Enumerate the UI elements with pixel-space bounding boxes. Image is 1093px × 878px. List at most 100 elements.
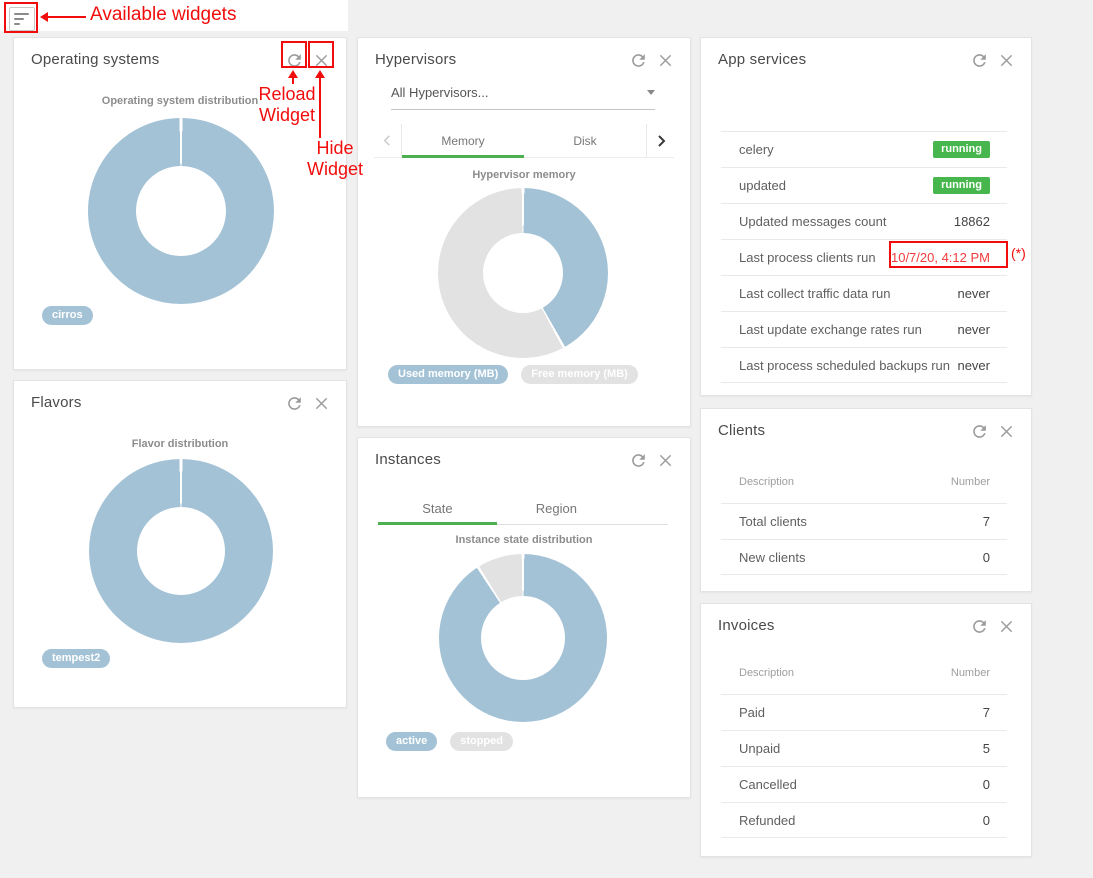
tabs-viewport: Memory Disk (401, 124, 647, 157)
chart-title: Hypervisor memory (358, 169, 690, 181)
widget-invoices: Invoices Description Number Paid 7 Unpai… (700, 603, 1032, 857)
list-item: Last process clients run 10/7/20, 4:12 P… (721, 239, 1007, 275)
list-item: Last update exchange rates run never (721, 311, 1007, 347)
widget-instances: Instances State Region Instance state di… (357, 437, 691, 798)
hide-widget-button[interactable] (997, 51, 1016, 70)
table-row: Refunded 0 (721, 802, 1007, 838)
donut-hole (481, 596, 565, 680)
tabs-scroll-right-button[interactable] (647, 124, 674, 157)
widget-title: Invoices (718, 617, 775, 634)
reload-widget-button[interactable] (970, 617, 989, 636)
close-icon (312, 394, 331, 413)
hide-widget-button[interactable] (312, 51, 331, 70)
reload-widget-button[interactable] (285, 51, 304, 70)
reload-widget-button[interactable] (970, 51, 989, 70)
row-label: Refunded (739, 813, 795, 828)
dashboard: Operating systems Operating system distr… (0, 0, 1093, 878)
donut-chart (88, 118, 274, 304)
list-item: Last collect traffic data run never (721, 275, 1007, 311)
chevron-right-icon (653, 133, 669, 149)
legend-item[interactable]: cirros (42, 306, 93, 325)
reload-icon (970, 51, 989, 70)
tabs-scroll-left-button[interactable] (374, 124, 401, 157)
hide-widget-button[interactable] (656, 451, 675, 470)
chevron-left-icon (380, 133, 395, 148)
donut-chart (89, 459, 273, 643)
widget-clients: Clients Description Number Total clients… (700, 408, 1032, 592)
widget-hypervisors: Hypervisors All Hypervisors... Memory Di… (357, 37, 691, 427)
reload-widget-button[interactable] (629, 51, 648, 70)
hide-widget-button[interactable] (997, 422, 1016, 441)
table-header: Description Number (739, 476, 990, 488)
donut-chart (438, 188, 608, 358)
widget-title: App services (718, 51, 806, 68)
row-value: 0 (983, 813, 990, 828)
reload-icon (285, 51, 304, 70)
donut-hole (483, 233, 563, 313)
status-badge: running (933, 141, 990, 158)
app-services-list: celery running updated running Updated m… (721, 131, 1007, 383)
donut-hole (137, 507, 225, 595)
legend-item[interactable]: Used memory (MB) (388, 365, 508, 384)
column-header: Description (739, 476, 794, 488)
service-label: Last update exchange rates run (739, 322, 922, 337)
close-icon (656, 51, 675, 70)
legend-item[interactable]: stopped (450, 732, 513, 751)
table-row: Total clients 7 (721, 503, 1007, 539)
reload-widget-button[interactable] (629, 451, 648, 470)
tab-memory[interactable]: Memory (402, 124, 524, 157)
close-icon (656, 451, 675, 470)
column-header: Number (951, 476, 990, 488)
hypervisor-tabs: Memory Disk (374, 124, 674, 158)
table-row: New clients 0 (721, 539, 1007, 575)
instances-tabs: State Region (378, 492, 668, 525)
row-value: 0 (983, 777, 990, 792)
service-label: Last collect traffic data run (739, 286, 891, 301)
hide-widget-button[interactable] (312, 394, 331, 413)
service-label: Last process scheduled backups run (739, 358, 950, 373)
column-header: Description (739, 667, 794, 679)
hypervisor-select[interactable]: All Hypervisors... (391, 85, 655, 110)
list-item: Updated messages count 18862 (721, 203, 1007, 239)
donut-chart (439, 554, 607, 722)
clients-table: Total clients 7 New clients 0 (721, 503, 1007, 575)
filter-lines-icon (14, 13, 30, 25)
close-icon (997, 51, 1016, 70)
legend-item[interactable]: tempest2 (42, 649, 110, 668)
widget-operating-systems: Operating systems Operating system distr… (13, 37, 347, 370)
reload-icon (970, 617, 989, 636)
service-value-highlighted: 10/7/20, 4:12 PM (891, 250, 990, 265)
tab-state[interactable]: State (378, 492, 497, 524)
reload-widget-button[interactable] (285, 394, 304, 413)
table-header: Description Number (739, 667, 990, 679)
list-item: updated running (721, 167, 1007, 203)
table-row: Paid 7 (721, 694, 1007, 730)
hide-widget-button[interactable] (656, 51, 675, 70)
close-icon (997, 422, 1016, 441)
tab-region[interactable]: Region (497, 492, 616, 524)
reload-widget-button[interactable] (970, 422, 989, 441)
row-value: 7 (983, 514, 990, 529)
widget-title: Operating systems (31, 51, 159, 68)
table-row: Cancelled 0 (721, 766, 1007, 802)
service-value: never (957, 358, 990, 373)
row-label: Cancelled (739, 777, 797, 792)
invoices-table: Paid 7 Unpaid 5 Cancelled 0 Refunded 0 (721, 694, 1007, 838)
service-value: 18862 (954, 214, 990, 229)
widget-title: Clients (718, 422, 765, 439)
widget-title: Flavors (31, 394, 82, 411)
service-label: updated (739, 178, 786, 193)
available-widgets-button[interactable] (9, 7, 35, 31)
service-label: Last process clients run (739, 250, 876, 265)
legend-item[interactable]: active (386, 732, 437, 751)
chart-title: Flavor distribution (14, 438, 346, 450)
list-item: Last process scheduled backups run never (721, 347, 1007, 383)
column-header: Number (951, 667, 990, 679)
hypervisor-select-value: All Hypervisors... (391, 85, 489, 100)
tab-disk[interactable]: Disk (524, 124, 646, 157)
service-label: Updated messages count (739, 214, 886, 229)
hide-widget-button[interactable] (997, 617, 1016, 636)
row-value: 7 (983, 705, 990, 720)
legend-item[interactable]: Free memory (MB) (521, 365, 638, 384)
widget-flavors: Flavors Flavor distribution tempest2 (13, 380, 347, 708)
